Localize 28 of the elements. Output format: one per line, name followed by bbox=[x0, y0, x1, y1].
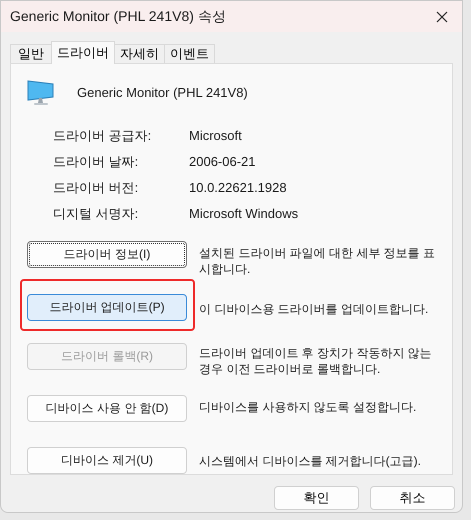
action-description: 설치된 드라이버 파일에 대한 세부 정보를 표시합니다. bbox=[199, 245, 436, 277]
property-label: 드라이버 버전: bbox=[53, 180, 140, 195]
action-button[interactable]: 디바이스 사용 안 함(D) bbox=[27, 395, 187, 422]
property-label: 드라이버 날짜: bbox=[53, 154, 140, 169]
property-label: 디지털 서명자: bbox=[53, 206, 140, 221]
property-value: 10.0.22621.1928 bbox=[189, 180, 288, 195]
close-button[interactable] bbox=[434, 8, 450, 24]
dialog-button[interactable]: 취소 bbox=[370, 486, 455, 510]
action-description: 디바이스를 사용하지 않도록 설정합니다. bbox=[199, 399, 418, 415]
action-button[interactable]: 드라이버 업데이트(P) bbox=[27, 294, 187, 321]
device-name: Generic Monitor (PHL 241V8) bbox=[77, 84, 248, 100]
close-icon bbox=[434, 8, 450, 24]
action-description: 시스템에서 디바이스를 제거합니다(고급). bbox=[199, 453, 422, 469]
action-description: 드라이버 업데이트 후 장치가 작동하지 않는 경우 이전 드라이버로 롤백합니다. bbox=[199, 345, 433, 377]
property-value: Microsoft bbox=[189, 128, 243, 143]
monitor-icon bbox=[27, 78, 55, 106]
tab[interactable]: 드라이버 bbox=[51, 41, 115, 64]
window-title: Generic Monitor (PHL 241V8) 속성 bbox=[10, 8, 226, 26]
property-value: 2006-06-21 bbox=[189, 154, 256, 169]
dialog-button[interactable]: 확인 bbox=[274, 486, 359, 510]
action-button[interactable]: 드라이버 정보(I) bbox=[27, 241, 187, 268]
tab[interactable]: 자세히 bbox=[114, 44, 165, 63]
tab[interactable]: 이벤트 bbox=[164, 44, 215, 63]
action-description: 이 디바이스용 드라이버를 업데이트합니다. bbox=[199, 301, 430, 317]
action-button[interactable]: 디바이스 제거(U) bbox=[27, 447, 187, 474]
property-value: Microsoft Windows bbox=[189, 206, 300, 221]
property-label: 드라이버 공급자: bbox=[53, 128, 152, 143]
tab[interactable]: 일반 bbox=[10, 44, 52, 63]
